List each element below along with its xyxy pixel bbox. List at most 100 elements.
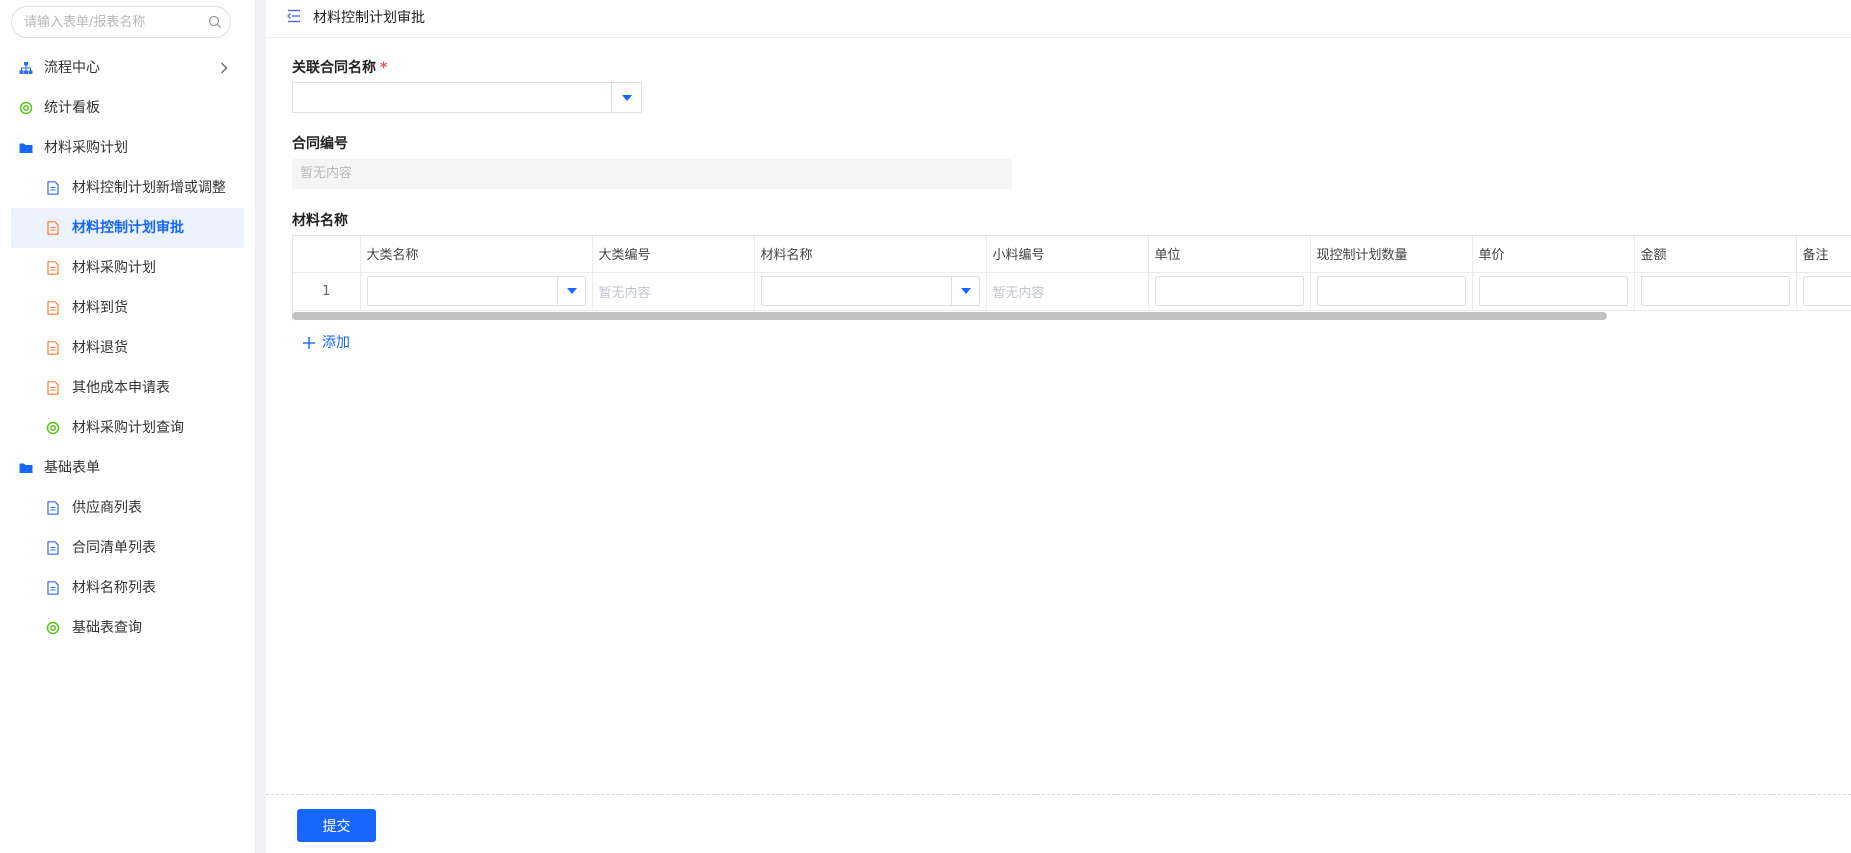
unit-input[interactable]	[1154, 276, 1304, 306]
process-doc-icon	[47, 301, 59, 315]
table-header-row: 大类名称 大类编号 材料名称 小料编号 单位 现控制计划数量 单价 金额 备注	[293, 236, 1851, 273]
sidebar-item-control-plan-approval[interactable]: 材料控制计划审批	[11, 208, 244, 248]
sidebar-item-purchase-plan[interactable]: 材料采购计划	[0, 248, 256, 288]
sidebar-item-control-plan-edit[interactable]: 材料控制计划新增或调整	[0, 168, 256, 208]
column-header-category-no: 大类编号	[592, 236, 755, 273]
form-doc-icon	[47, 181, 59, 195]
sidebar-item-label: 材料名称列表	[72, 580, 156, 596]
material-label: 材料名称	[292, 213, 348, 229]
report-circle-icon	[46, 621, 60, 635]
category-name-dropdown-button[interactable]	[556, 277, 585, 305]
plan-qty-input[interactable]	[1316, 276, 1466, 306]
sidebar-item-dashboard[interactable]: 统计看板	[0, 88, 256, 128]
form-doc-icon	[47, 581, 59, 595]
column-header-plan-qty: 现控制计划数量	[1310, 236, 1473, 273]
column-header-material-name: 材料名称	[754, 236, 987, 273]
cell-unit-price	[1472, 272, 1635, 311]
folder-icon	[19, 143, 33, 153]
folder-icon	[19, 463, 33, 473]
caret-down-icon	[566, 288, 577, 294]
cell-plan-qty	[1310, 272, 1473, 311]
process-doc-icon	[47, 221, 59, 235]
sidebar-item-label: 材料采购计划查询	[72, 420, 184, 436]
add-row-label: 添加	[322, 335, 350, 351]
process-doc-icon	[47, 261, 59, 275]
column-header-index	[293, 236, 361, 273]
contract-name-dropdown-button[interactable]	[611, 83, 641, 112]
menu-toggle-icon[interactable]	[286, 8, 302, 24]
row-index: 1	[293, 272, 361, 311]
footer-divider	[266, 794, 1851, 795]
sidebar-item-label: 材料采购计划	[72, 260, 156, 276]
cell-unit	[1148, 272, 1311, 311]
sidebar-group-material-purchase[interactable]: 材料采购计划	[0, 128, 256, 168]
cell-category-name	[360, 272, 593, 311]
sidebar-item-label: 其他成本申请表	[72, 380, 170, 396]
sidebar-item-label: 统计看板	[44, 100, 100, 116]
sidebar-item-material-return[interactable]: 材料退货	[0, 328, 256, 368]
sidebar-item-label: 供应商列表	[72, 500, 142, 516]
contract-no-value: 暂无内容	[292, 159, 1012, 189]
sidebar-group-basic-forms[interactable]: 基础表单	[0, 448, 256, 488]
chevron-right-icon	[221, 62, 228, 74]
sidebar-item-basic-query[interactable]: 基础表查询	[0, 608, 256, 648]
material-table: 大类名称 大类编号 材料名称 小料编号 单位 现控制计划数量 单价 金额 备注 …	[292, 235, 1851, 321]
search-box	[11, 6, 231, 38]
page-title: 材料控制计划审批	[313, 10, 425, 26]
table-horizontal-scrollbar[interactable]	[292, 312, 1607, 320]
sidebar-item-label: 材料控制计划新增或调整	[72, 180, 226, 196]
contract-name-value	[293, 83, 611, 112]
sidebar-item-other-cost[interactable]: 其他成本申请表	[0, 368, 256, 408]
cell-sub-no: 暂无内容	[986, 272, 1149, 311]
sidebar-item-purchase-query[interactable]: 材料采购计划查询	[0, 408, 256, 448]
process-doc-icon	[47, 341, 59, 355]
sidebar-item-label: 材料控制计划审批	[72, 220, 184, 236]
sidebar-item-label: 材料到货	[72, 300, 128, 316]
sidebar-item-contract-list[interactable]: 合同清单列表	[0, 528, 256, 568]
plus-icon	[303, 337, 315, 349]
material-name-select[interactable]	[760, 276, 980, 306]
org-chart-icon	[19, 62, 33, 74]
process-doc-icon	[47, 381, 59, 395]
table-row: 1 暂无内容 暂无内容	[293, 272, 1851, 311]
search-input[interactable]	[12, 7, 202, 37]
sidebar: 流程中心 统计看板 材料采购计划 材料控制计划新增或调整	[0, 0, 256, 853]
cell-category-no: 暂无内容	[592, 272, 755, 311]
contract-name-label: 关联合同名称 *	[292, 57, 387, 77]
report-circle-icon	[46, 421, 60, 435]
sidebar-item-material-arrival[interactable]: 材料到货	[0, 288, 256, 328]
add-row-button[interactable]: 添加	[302, 333, 350, 353]
unit-price-input[interactable]	[1478, 276, 1628, 306]
sidebar-item-label: 流程中心	[44, 60, 100, 76]
column-header-unit-price: 单价	[1472, 236, 1635, 273]
material-name-dropdown-button[interactable]	[950, 277, 979, 305]
contract-no-label: 合同编号	[292, 136, 348, 152]
column-header-unit: 单位	[1148, 236, 1311, 273]
cell-remark	[1796, 272, 1851, 311]
caret-down-icon	[622, 95, 632, 101]
submit-button[interactable]: 提交	[297, 809, 376, 842]
contract-name-select[interactable]	[292, 82, 642, 113]
required-mark: *	[380, 60, 388, 76]
column-header-sub-no: 小料编号	[986, 236, 1149, 273]
top-bar: 材料控制计划审批	[266, 0, 1851, 38]
column-header-category-name: 大类名称	[360, 236, 593, 273]
form-doc-icon	[47, 501, 59, 515]
category-name-select[interactable]	[366, 276, 586, 306]
column-header-remark: 备注	[1796, 236, 1851, 273]
sidebar-item-process-center[interactable]: 流程中心	[0, 48, 256, 88]
amount-input[interactable]	[1640, 276, 1790, 306]
form-doc-icon	[47, 541, 59, 555]
sidebar-item-material-name-list[interactable]: 材料名称列表	[0, 568, 256, 608]
search-icon[interactable]	[208, 15, 222, 29]
sidebar-item-label: 基础表单	[44, 460, 100, 476]
column-header-amount: 金额	[1634, 236, 1797, 273]
sidebar-item-label: 合同清单列表	[72, 540, 156, 556]
sidebar-item-label: 材料采购计划	[44, 140, 128, 156]
remark-input[interactable]	[1802, 276, 1851, 306]
sidebar-item-supplier-list[interactable]: 供应商列表	[0, 488, 256, 528]
cell-material-name	[754, 272, 987, 311]
sidebar-item-label: 基础表查询	[72, 620, 142, 636]
sidebar-nav: 流程中心 统计看板 材料采购计划 材料控制计划新增或调整 材料控制计划审批 材料…	[0, 48, 256, 648]
caret-down-icon	[960, 288, 971, 294]
